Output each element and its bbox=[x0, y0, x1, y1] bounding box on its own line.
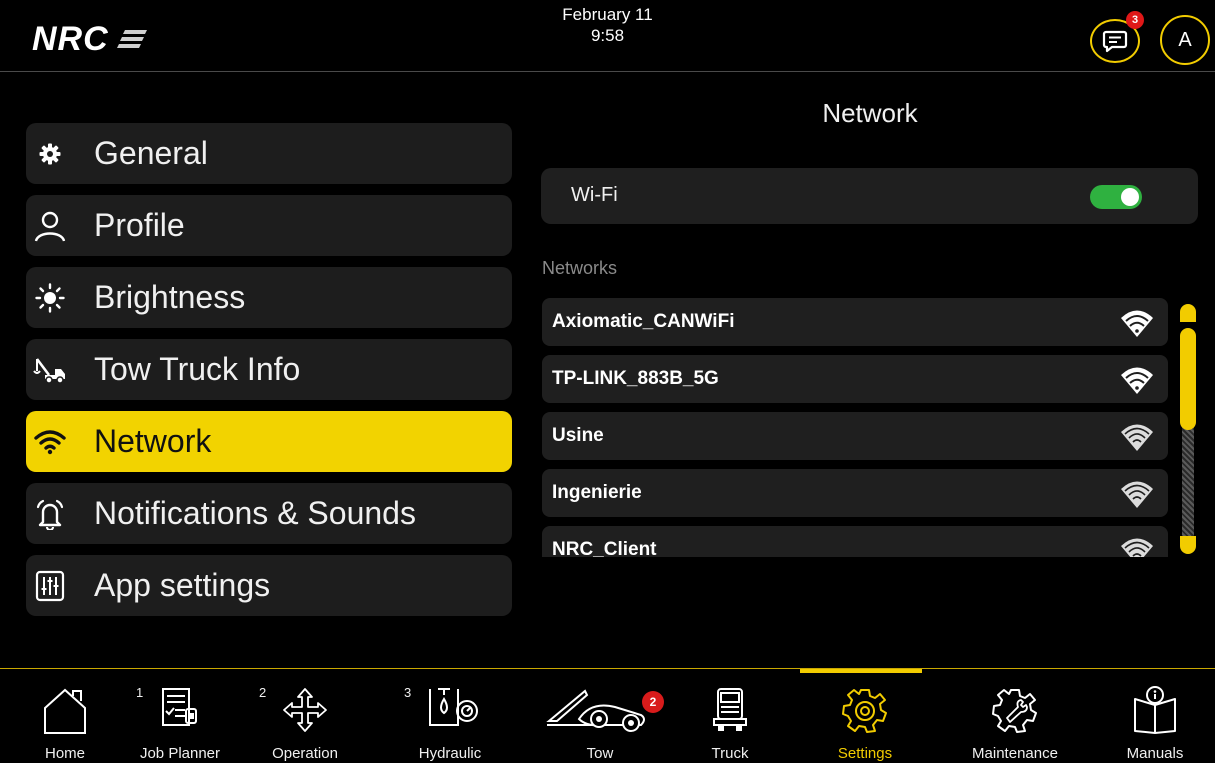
nav-hydraulic[interactable]: 3 Hydraulic bbox=[400, 669, 500, 763]
tow-truck-icon bbox=[30, 350, 70, 390]
tow-icon bbox=[546, 689, 645, 732]
maintenance-icon bbox=[992, 689, 1037, 733]
menu-item-tow-truck-info[interactable]: Tow Truck Info bbox=[26, 339, 512, 400]
menu-item-network[interactable]: Network bbox=[26, 411, 512, 472]
date-label: February 11 bbox=[562, 5, 653, 24]
nav-label: Settings bbox=[837, 745, 893, 762]
time-label: 9:58 bbox=[590, 26, 625, 45]
gear-icon bbox=[30, 134, 70, 174]
chat-icon bbox=[1102, 30, 1128, 53]
scrollbar-thumb[interactable] bbox=[1180, 328, 1196, 430]
network-name: Ingenierie bbox=[552, 482, 642, 503]
menu-item-general[interactable]: General bbox=[26, 123, 512, 184]
nav-maintenance[interactable]: Maintenance bbox=[955, 669, 1075, 763]
messages-button[interactable]: 3 bbox=[1090, 11, 1144, 63]
network-name: Usine bbox=[552, 425, 604, 446]
menu-item-label: General bbox=[94, 135, 208, 171]
nav-label: Tow bbox=[586, 745, 614, 762]
menu-item-label: Profile bbox=[94, 207, 185, 243]
bell-icon bbox=[30, 494, 70, 534]
networks-section-label: Networks bbox=[542, 258, 618, 278]
nav-home[interactable]: Home bbox=[15, 669, 115, 763]
scrollbar-bottom-cap bbox=[1180, 536, 1196, 554]
move-arrows-icon bbox=[283, 688, 327, 732]
nav-settings[interactable]: Settings bbox=[815, 669, 915, 763]
nav-label: Manuals bbox=[1126, 745, 1184, 762]
nav-truck[interactable]: Truck bbox=[690, 669, 770, 763]
user-avatar[interactable]: A bbox=[1160, 15, 1210, 65]
menu-item-label: Tow Truck Info bbox=[94, 351, 301, 387]
network-name: NRC_Client bbox=[552, 539, 657, 557]
toggle-knob bbox=[1121, 188, 1139, 206]
menu-item-notifications-sounds[interactable]: Notifications & Sounds bbox=[26, 483, 512, 544]
menu-item-label: App settings bbox=[94, 567, 271, 603]
nav-tow[interactable]: 2 Tow bbox=[540, 669, 664, 763]
scrollbar-top-cap bbox=[1180, 304, 1196, 322]
wifi-signal-weak-icon bbox=[1121, 481, 1153, 508]
hydraulic-icon bbox=[429, 688, 478, 726]
menu-item-profile[interactable]: Profile bbox=[26, 195, 512, 256]
nav-label: Operation bbox=[272, 745, 338, 762]
network-row[interactable]: Axiomatic_CANWiFi bbox=[542, 298, 1168, 346]
network-list-scrollbar[interactable] bbox=[1180, 304, 1196, 554]
network-name: TP-LINK_883B_5G bbox=[552, 368, 719, 389]
wifi-signal-weak-icon bbox=[1121, 538, 1153, 557]
wifi-toggle[interactable] bbox=[1090, 185, 1142, 209]
wifi-signal-weak-icon bbox=[1121, 424, 1153, 451]
nav-job-planner[interactable]: 1 Job Planner bbox=[130, 669, 230, 763]
nav-label: Job Planner bbox=[139, 745, 221, 762]
network-row[interactable]: TP-LINK_883B_5G bbox=[542, 355, 1168, 403]
menu-item-brightness[interactable]: Brightness bbox=[26, 267, 512, 328]
job-planner-icon bbox=[162, 688, 197, 726]
network-row[interactable]: Ingenierie bbox=[542, 469, 1168, 517]
nav-label: Home bbox=[44, 745, 85, 762]
wifi-setting-row: Wi-Fi bbox=[541, 168, 1198, 224]
date-time: February 11 9:58 bbox=[0, 4, 1215, 46]
menu-item-label: Brightness bbox=[94, 279, 246, 315]
nav-operation[interactable]: 2 Operation bbox=[255, 669, 355, 763]
wifi-signal-strong-icon bbox=[1121, 367, 1153, 394]
sun-icon bbox=[30, 278, 70, 318]
tow-badge: 2 bbox=[642, 691, 664, 713]
bottom-nav: Home 1 Job Planner 2 Operation 3 Hydraul… bbox=[0, 668, 1215, 763]
sliders-icon bbox=[30, 566, 70, 606]
top-bar: NRC February 11 9:58 3 A bbox=[0, 0, 1215, 72]
menu-item-label: Network bbox=[94, 423, 212, 459]
menu-item-app-settings[interactable]: App settings bbox=[26, 555, 512, 616]
user-icon bbox=[30, 206, 70, 246]
network-row[interactable]: NRC_Client bbox=[542, 526, 1168, 557]
notification-badge: 3 bbox=[1126, 11, 1144, 29]
settings-gear-icon bbox=[842, 689, 887, 733]
nav-label: Truck bbox=[711, 745, 749, 762]
menu-item-label: Notifications & Sounds bbox=[94, 495, 416, 531]
wifi-label: Wi-Fi bbox=[571, 184, 618, 206]
wifi-signal-strong-icon bbox=[1121, 310, 1153, 337]
manual-icon bbox=[1134, 686, 1176, 734]
nav-manuals[interactable]: Manuals bbox=[1105, 669, 1205, 763]
nav-label: Maintenance bbox=[972, 745, 1058, 762]
wifi-icon bbox=[30, 422, 70, 462]
network-row[interactable]: Usine bbox=[542, 412, 1168, 460]
nav-label: Hydraulic bbox=[418, 745, 482, 762]
network-name: Axiomatic_CANWiFi bbox=[552, 311, 735, 332]
panel-title: Network bbox=[822, 98, 918, 128]
network-list[interactable]: Axiomatic_CANWiFi TP-LINK_883B_5G Usine … bbox=[542, 298, 1170, 557]
home-icon bbox=[44, 688, 86, 734]
truck-icon bbox=[713, 688, 747, 731]
